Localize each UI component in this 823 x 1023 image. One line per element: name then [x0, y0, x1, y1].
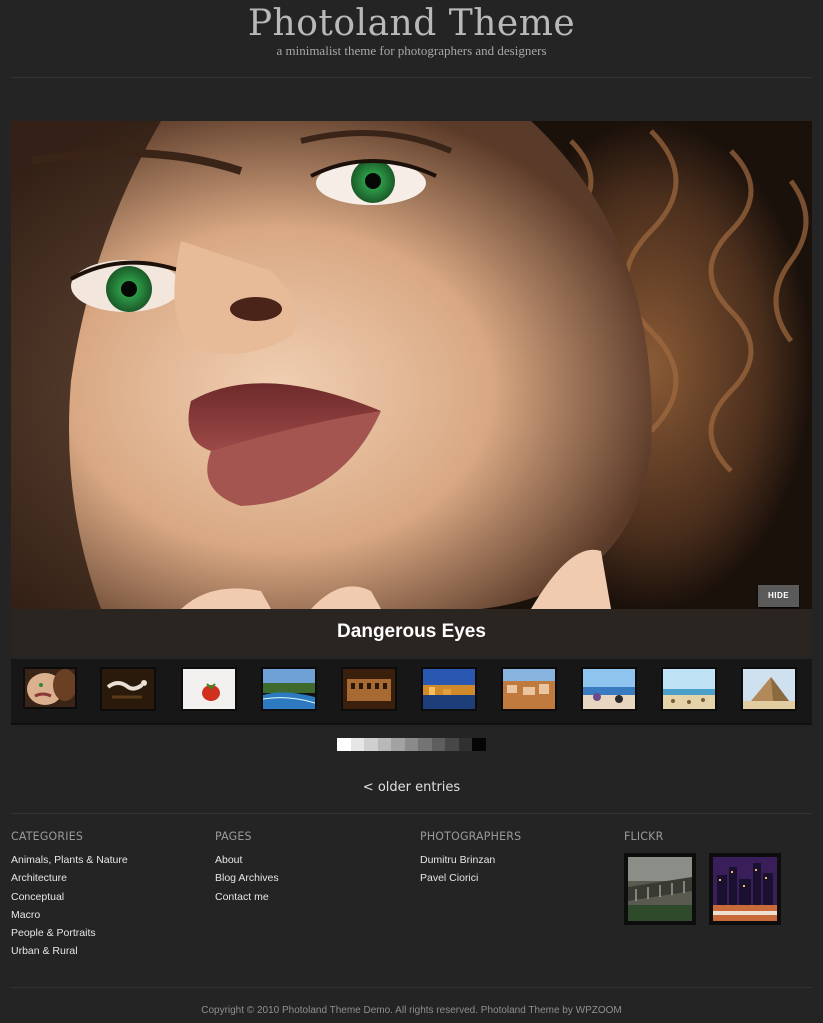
categories-heading: CATEGORIES — [11, 829, 84, 844]
pager-dot-5[interactable] — [391, 738, 405, 751]
flickr-photo-city-night[interactable] — [709, 853, 781, 925]
thumbnail-floating-figures[interactable] — [100, 667, 156, 711]
pages-heading: PAGES — [215, 829, 252, 844]
page-link[interactable]: About — [215, 851, 279, 869]
pager-dot-1[interactable] — [337, 738, 351, 751]
site-title[interactable]: Photoland Theme — [0, 2, 823, 46]
flickr-photo-bridge[interactable] — [624, 853, 696, 925]
slide-caption-bar: Dangerous Eyes — [11, 609, 812, 657]
site-description: a minimalist theme for photographers and… — [276, 43, 547, 58]
older-entries-link[interactable]: < older entries — [0, 780, 823, 795]
category-link[interactable]: Urban & Rural — [11, 942, 128, 960]
thumbnail-portrait-woman[interactable] — [23, 667, 77, 709]
hide-caption-button[interactable]: HIDE — [758, 585, 799, 607]
thumbnail-beach-people[interactable] — [581, 667, 637, 711]
category-link[interactable]: Macro — [11, 906, 128, 924]
flickr-heading: FLICKR — [624, 829, 664, 844]
photographer-link[interactable]: Pavel Ciorici — [420, 869, 521, 887]
pager-dot-4[interactable] — [377, 738, 392, 751]
thumbnail-river-landscape[interactable] — [261, 667, 317, 711]
thumbnail-old-building-street[interactable] — [341, 667, 397, 711]
pager-dot-10[interactable] — [458, 738, 473, 751]
thumbnail-coastal-town-sunset[interactable] — [421, 667, 477, 711]
thumbnail-village-houses[interactable] — [501, 667, 557, 711]
slide-caption-title[interactable]: Dangerous Eyes — [11, 609, 812, 657]
featured-slide-image[interactable] — [11, 121, 812, 609]
footer-divider — [11, 813, 812, 814]
footer-categories: CATEGORIES Animals, Plants & Nature Arch… — [11, 830, 128, 961]
page-link[interactable]: Contact me — [215, 888, 279, 906]
footer-photographers: PHOTOGRAPHERS Dumitru Brinzan Pavel Cior… — [420, 830, 521, 888]
copyright-text: Copyright © 2010 Photoland Theme Demo. A… — [201, 1005, 622, 1016]
thumbnail-pyramid[interactable] — [741, 667, 797, 711]
pager-dot-8[interactable] — [431, 738, 446, 751]
copyright-divider — [11, 987, 812, 988]
page-link[interactable]: Blog Archives — [215, 869, 279, 887]
photographer-link[interactable]: Dumitru Brinzan — [420, 851, 521, 869]
header-divider — [11, 77, 812, 78]
category-link[interactable]: Animals, Plants & Nature — [11, 851, 128, 869]
category-link[interactable]: Conceptual — [11, 888, 128, 906]
pager-dot-9[interactable] — [445, 738, 459, 751]
footer-pages: PAGES About Blog Archives Contact me — [215, 830, 279, 906]
pager-dot-11[interactable] — [472, 738, 486, 751]
category-link[interactable]: People & Portraits — [11, 924, 128, 942]
pager-dot-7[interactable] — [418, 738, 432, 751]
thumbnail-strip — [11, 659, 812, 725]
thumbnail-strawberry[interactable] — [181, 667, 237, 711]
photographers-heading: PHOTOGRAPHERS — [420, 829, 522, 844]
pager-dot-3[interactable] — [364, 738, 378, 751]
pager-dot-6[interactable] — [404, 738, 419, 751]
category-link[interactable]: Architecture — [11, 869, 128, 887]
pager-dot-2[interactable] — [350, 738, 365, 751]
footer-flickr: FLICKR — [624, 830, 663, 851]
site-header: Photoland Theme a minimalist theme for p… — [0, 0, 823, 78]
thumbnail-sea-coast[interactable] — [661, 667, 717, 711]
